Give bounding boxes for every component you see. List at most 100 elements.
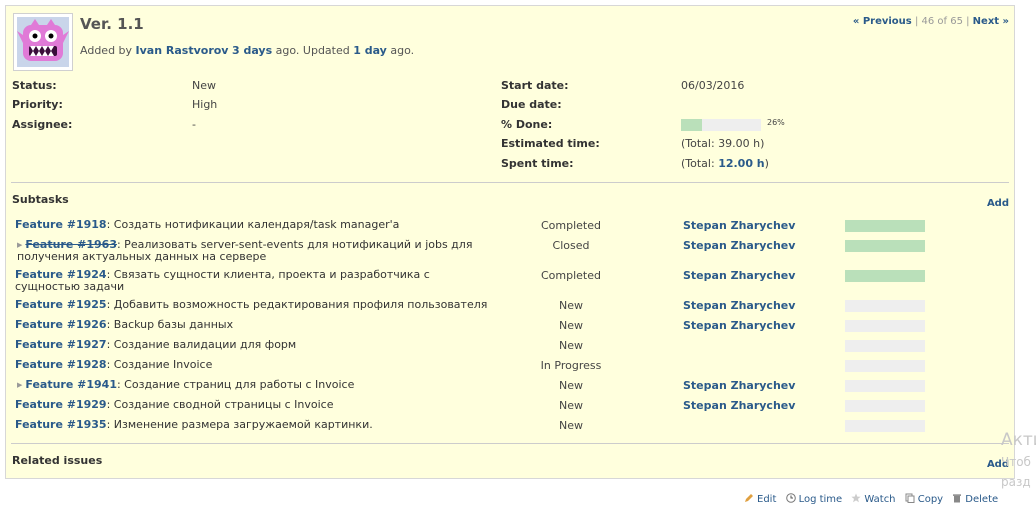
subtask-title: Feature #1924: Связать сущности клиента,… [15,269,495,293]
done-label: % Done: [501,118,553,131]
updated-ago-link[interactable]: 1 day [353,44,387,57]
avatar [13,13,73,71]
done-progress-fill [681,119,702,131]
subtask-subject: : Создание валидации для форм [106,338,297,351]
pencil-icon [745,494,753,502]
subtask-status: Completed [541,269,601,282]
subtask-status: New [559,399,583,412]
subtask-link[interactable]: Feature #1941 [25,378,117,391]
updated-prefix: ago. Updated [275,44,350,57]
subtask-progress-bar [845,240,925,252]
subtask-progress-fill [845,220,925,232]
subtask-status: New [559,419,583,432]
priority-value: High [192,98,218,111]
issue-navigation: « Previous | 46 of 65 | Next » [853,16,1009,27]
subtask-status: New [559,379,583,392]
subtask-link[interactable]: Feature #1926 [15,318,107,331]
subtask-status: New [559,339,583,352]
log-time-button[interactable]: Log time [785,493,842,505]
expand-arrow-icon[interactable]: ▶ [17,379,22,391]
delete-button[interactable]: Delete [952,493,998,505]
subtask-link[interactable]: Feature #1925 [15,298,107,311]
watch-button[interactable]: Watch [851,493,896,505]
subtask-link[interactable]: Feature #1918 [15,218,107,231]
star-icon [851,493,861,503]
due-date-label: Due date: [501,98,562,111]
subtask-assignee-link[interactable]: Stepan Zharychev [683,399,795,412]
author-link[interactable]: Ivan Rastvorov [136,44,229,57]
subtask-row: ▶ Feature #1963: Реализовать server-sent-… [6,236,1016,263]
related-issues-title: Related issues [12,454,103,467]
status-label: Status: [12,79,57,92]
subtask-assignee-link[interactable]: Stepan Zharychev [683,379,795,392]
subtasks-title: Subtasks [12,193,69,206]
previous-link[interactable]: « Previous [853,16,912,27]
subtask-title: Feature #1927: Создание валидации для фо… [15,339,495,351]
subtask-subject: : Создание страниц для работы с Invoice [116,378,355,391]
subtask-assignee-link[interactable]: Stepan Zharychev [683,219,795,232]
subtask-title: Feature #1918: Создать нотификации кален… [15,219,495,231]
spent-time-label: Spent time: [501,157,574,170]
subtask-progress-bar [845,320,925,332]
activation-watermark-line: разд [1001,475,1031,489]
separator [11,443,1009,444]
subtask-assignee-link[interactable]: Stepan Zharychev [683,269,795,282]
subtask-row: Feature #1929: Создание сводной страницы… [6,396,1016,416]
spent-time-value: (Total: 12.00 h) [681,157,769,170]
issue-panel: Ver. 1.1 Added by Ivan Rastvorov 3 days … [5,5,1015,479]
subtask-assignee-link[interactable]: Stepan Zharychev [683,239,795,252]
issue-title: Ver. 1.1 [80,15,144,33]
status-value: New [192,79,216,92]
subtask-title: Feature #1928: Создание Invoice [15,359,495,371]
copy-button[interactable]: Copy [905,493,943,505]
subtask-subject: : Создание сводной страницы с Invoice [106,398,334,411]
author-prefix: Added by [80,44,133,57]
issue-actions: Edit Log time Watch Copy Delete [744,493,1004,505]
spent-time-link[interactable]: 12.00 h [718,157,764,170]
subtask-row: Feature #1927: Создание валидации для фо… [6,336,1016,356]
edit-button[interactable]: Edit [744,493,776,505]
subtask-row: Feature #1925: Добавить возможность реда… [6,296,1016,316]
subtask-subject: : Добавить возможность редактирования пр… [106,298,488,311]
subtask-assignee-link[interactable]: Stepan Zharychev [683,319,795,332]
subtask-link[interactable]: Feature #1928 [15,358,107,371]
copy-label: Copy [917,494,944,505]
subtask-link[interactable]: Feature #1927 [15,338,107,351]
subtask-row: ▶ Feature #1941: Создание страниц для раб… [6,376,1016,396]
subtask-status: Completed [541,219,601,232]
next-link[interactable]: Next » [973,16,1009,27]
copy-icon [905,493,915,503]
add-subtask-link[interactable]: Add [987,198,1009,209]
subtask-row: Feature #1926: Backup базы данных New Step… [6,316,1016,336]
subtask-row: Feature #1928: Создание Invoice In Progre… [6,356,1016,376]
subtask-assignee-link[interactable]: Stepan Zharychev [683,299,795,312]
subtask-link[interactable]: Feature #1929 [15,398,107,411]
subtask-progress-bar [845,380,925,392]
avatar-icon [17,17,69,67]
issue-counter: | 46 of 65 | [914,16,970,27]
activation-watermark-line: Чтоб [1001,455,1031,469]
subtask-title: ▶ Feature #1963: Реализовать server-sent-… [17,239,497,263]
subtask-row: Feature #1924: Связать сущности клиента,… [6,266,1016,293]
subtask-progress-fill [845,270,925,282]
subtask-title: ▶ Feature #1941: Создание страниц для раб… [17,379,497,391]
created-ago-link[interactable]: 3 days [232,44,272,57]
subtask-progress-bar [845,270,925,282]
subtask-row: Feature #1935: Изменение размера загружа… [6,416,1016,436]
subtask-progress-bar [845,220,925,232]
subtask-link[interactable]: Feature #1935 [15,418,107,431]
subtask-title: Feature #1929: Создание сводной страницы… [15,399,495,411]
start-date-value: 06/03/2016 [681,79,745,92]
activation-watermark-line: Акти [1001,430,1036,450]
issue-author-line: Added by Ivan Rastvorov 3 days ago. Upda… [80,44,414,57]
assignee-label: Assignee: [12,118,73,131]
subtask-progress-bar [845,360,925,372]
subtask-title: Feature #1925: Добавить возможность реда… [15,299,495,311]
subtask-progress-bar [845,400,925,412]
updated-suffix: ago. [390,44,415,57]
edit-label: Edit [757,494,777,505]
assignee-value: - [192,118,196,131]
clock-icon [785,493,796,503]
subtask-progress-bar [845,420,925,432]
subtask-subject: : Изменение размера загружаемой картинки… [106,418,373,431]
